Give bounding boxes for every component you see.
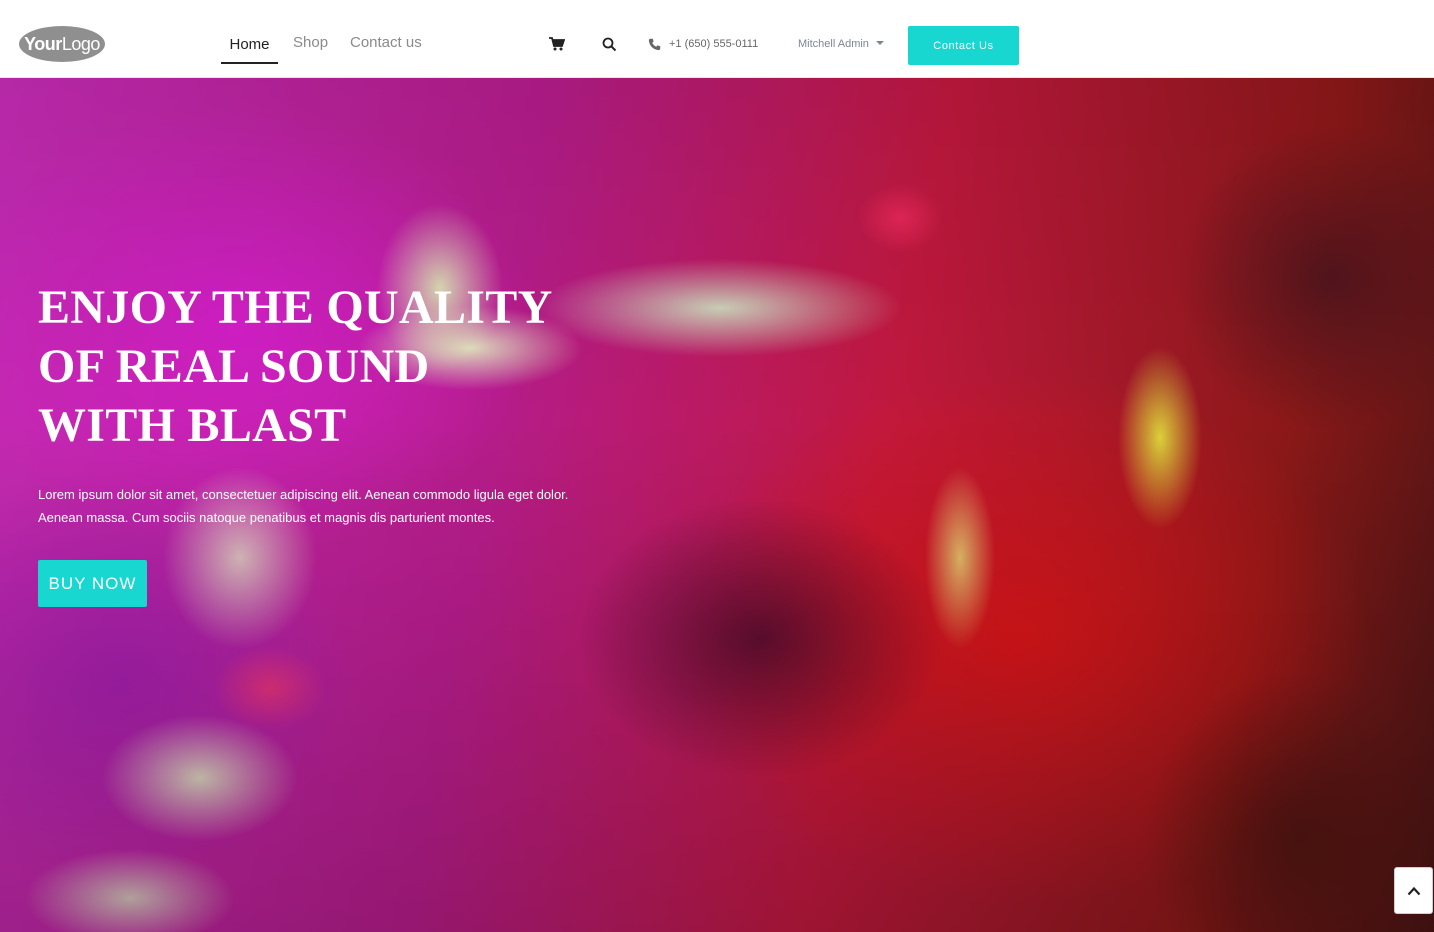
cart-button[interactable] (546, 33, 568, 55)
chevron-down-icon (875, 41, 884, 45)
user-menu-dropdown[interactable]: Mitchell Admin (798, 38, 884, 50)
chevron-up-icon (1407, 886, 1420, 895)
shopping-cart-icon (549, 37, 565, 51)
logo-text-logo: Logo (61, 33, 101, 54)
phone-contact[interactable]: +1 (650) 555-0111 (648, 36, 758, 52)
search-button[interactable] (598, 33, 620, 55)
buy-now-button[interactable]: BUY NOW (38, 560, 147, 607)
phone-icon (648, 38, 661, 50)
nav-home[interactable]: Home (221, 36, 278, 64)
contact-us-button[interactable]: Contact Us (908, 26, 1019, 65)
site-logo[interactable]: Your Logo (19, 26, 105, 62)
hero-title-line-3: WITH BLAST (38, 399, 347, 452)
hero-description: Lorem ipsum dolor sit amet, consectetuer… (38, 487, 569, 525)
user-name: Mitchell Admin (798, 38, 869, 50)
nav-shop[interactable]: Shop (293, 34, 328, 62)
scroll-to-top-button[interactable] (1394, 867, 1433, 914)
hero-title-line-1: ENJOY THE QUALITY (38, 281, 553, 334)
search-icon (602, 37, 616, 51)
site-header: Your Logo Home Shop Contact us +1 (650) 5… (0, 0, 1434, 78)
hero-title: ENJOY THE QUALITY OF REAL SOUND WITH BLA… (38, 278, 598, 455)
hero-title-line-2: OF REAL SOUND (38, 340, 430, 393)
hero-banner: ENJOY THE QUALITY OF REAL SOUND WITH BLA… (0, 78, 1434, 932)
logo-text-your: Your (24, 33, 62, 54)
phone-number: +1 (650) 555-0111 (669, 38, 759, 50)
nav-contact-us[interactable]: Contact us (350, 34, 422, 62)
